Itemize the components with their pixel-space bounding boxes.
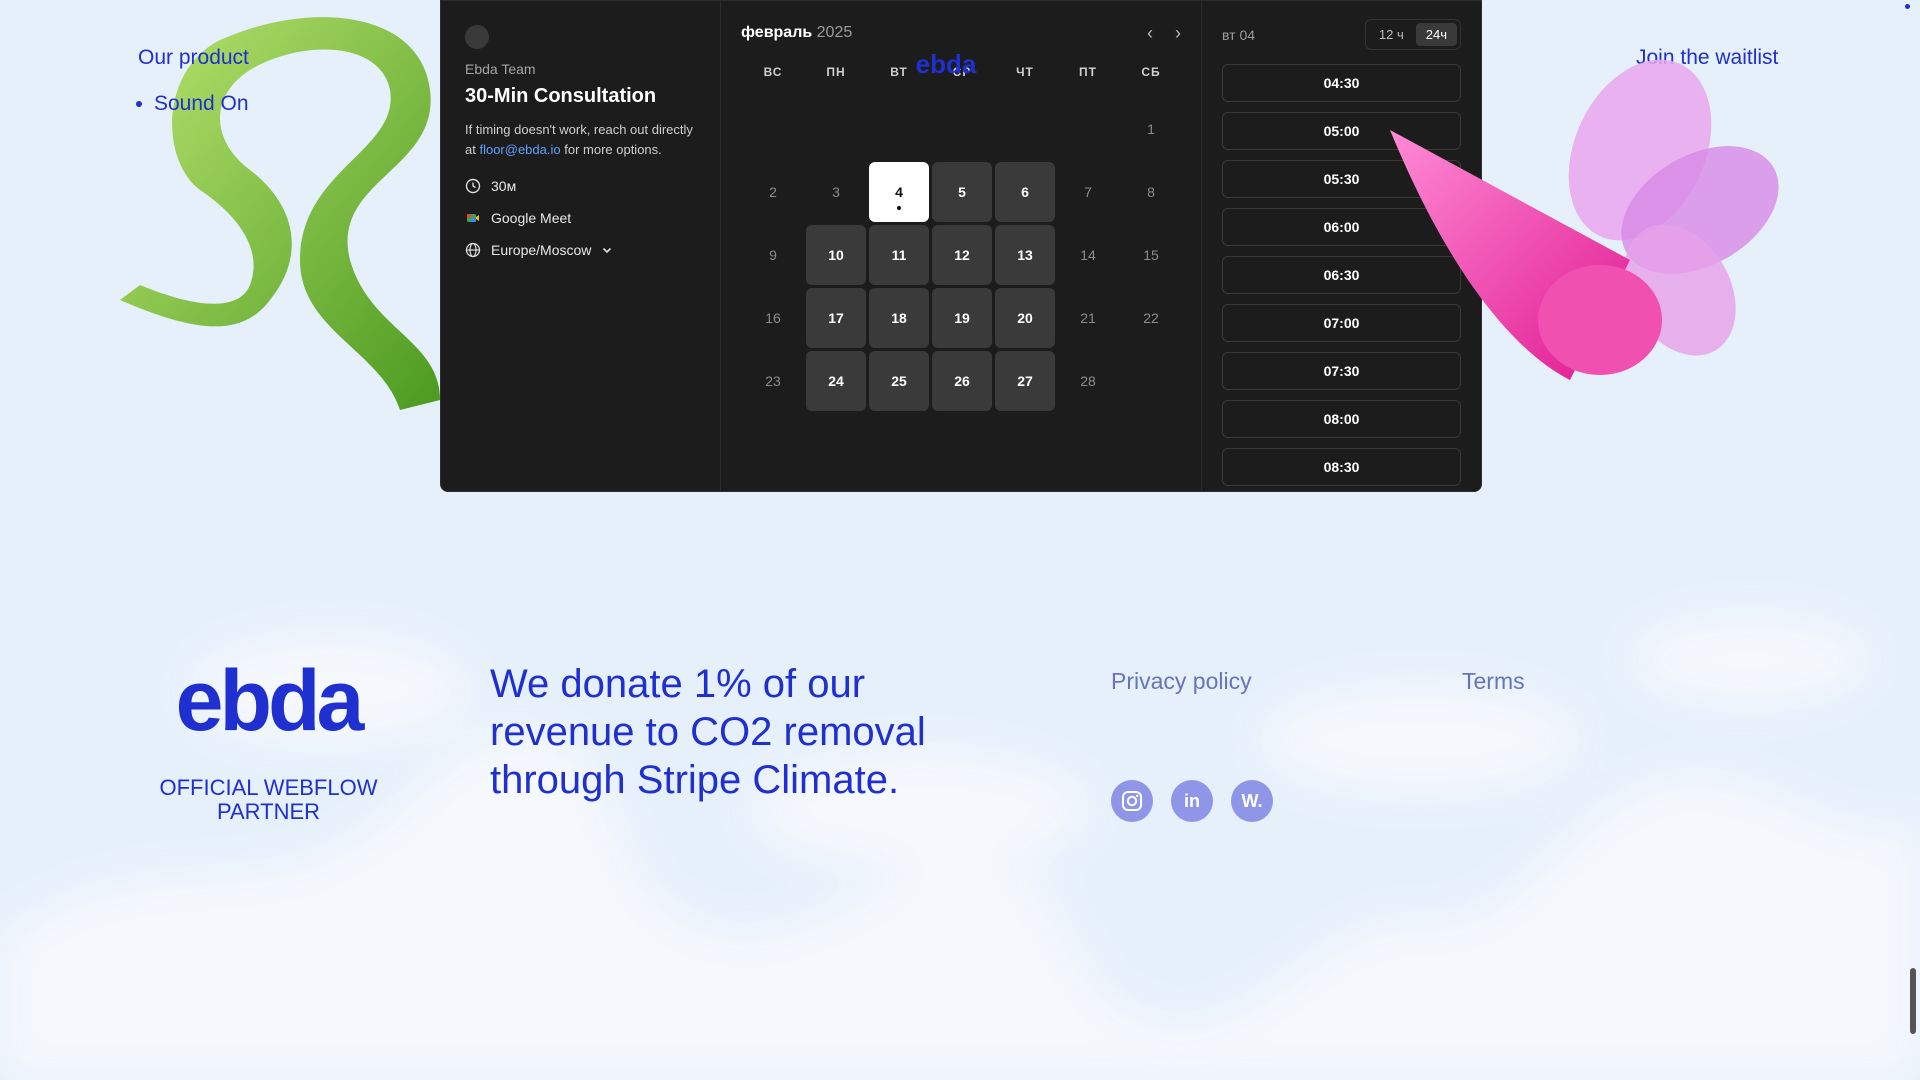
calendar-panel: февраль 2025 ‹ › ВС ПН ВТ СР ЧТ ПТ СБ 12345678…	[721, 1, 1201, 491]
webflow-icon[interactable]: W.	[1231, 780, 1273, 822]
year-label: 2025	[816, 24, 853, 41]
product-item-sound-on[interactable]: Sound On	[136, 92, 249, 116]
donation-statement: We donate 1% of our revenue to CO2 remov…	[490, 662, 926, 802]
calendar-day: 23	[765, 373, 781, 389]
chevron-down-icon	[603, 247, 612, 254]
calendar-day[interactable]: 10	[806, 225, 866, 285]
calendar-empty-cell	[932, 99, 992, 159]
calendar-day: 7	[1084, 184, 1092, 200]
instagram-icon[interactable]	[1111, 780, 1153, 822]
calendar-empty-cell	[1121, 351, 1181, 411]
linkedin-icon[interactable]: in	[1171, 780, 1213, 822]
calendar-day[interactable]: 5	[932, 162, 992, 222]
terms-link[interactable]: Terms	[1462, 668, 1525, 695]
calendar-day[interactable]: 18	[869, 288, 929, 348]
calendar-empty-cell	[743, 99, 803, 159]
selected-date-label: вт 04	[1222, 27, 1255, 43]
calendar-day[interactable]: 24	[806, 351, 866, 411]
timezone-label: Europe/Moscow	[491, 242, 592, 258]
calendar-day[interactable]: 27	[995, 351, 1055, 411]
month-label: февраль 2025	[741, 24, 852, 42]
calendar-day[interactable]: 17	[806, 288, 866, 348]
calendar-day: 16	[765, 310, 781, 326]
pink-flower-graphic	[1390, 59, 1779, 380]
globe-icon	[465, 242, 481, 258]
month-name: февраль	[741, 24, 813, 41]
product-list: Sound On	[136, 92, 249, 116]
calendar-empty-cell	[806, 99, 866, 159]
selected-weekday: вт	[1222, 26, 1236, 43]
calendar-day[interactable]: 11	[869, 225, 929, 285]
calendar-empty-cell	[869, 99, 929, 159]
webflow-partner-label: OFFICIAL WEBFLOW PARTNER	[159, 775, 378, 824]
calendar-day: 3	[832, 184, 840, 200]
calendar-day[interactable]: 20	[995, 288, 1055, 348]
ebda-logo-overlay: ebda	[916, 49, 977, 79]
calendar-day: 8	[1147, 184, 1155, 200]
calendar-day[interactable]: 4	[869, 162, 929, 222]
description-text-end: for more options.	[560, 142, 662, 157]
calendar-day: 14	[1080, 247, 1096, 263]
avatar	[465, 25, 489, 49]
weekday-label: СБ	[1141, 65, 1161, 79]
duration-row: 30м	[465, 178, 696, 194]
privacy-policy-link[interactable]: Privacy policy	[1111, 668, 1252, 695]
calendar-empty-cell	[1058, 99, 1118, 159]
weekday-label: ПН	[826, 65, 846, 79]
google-meet-icon	[467, 214, 479, 222]
calendar-day: 15	[1143, 247, 1159, 263]
calendar-day: 9	[769, 247, 777, 263]
duration-label: 30м	[491, 178, 517, 194]
location-row: Google Meet	[465, 210, 696, 226]
weekday-label: ВС	[763, 65, 783, 79]
weekday-label: ПТ	[1079, 65, 1097, 79]
svg-text:ebda: ebda	[176, 664, 366, 744]
calendar-day[interactable]: 25	[869, 351, 929, 411]
calendar-day: 21	[1080, 310, 1096, 326]
nav-our-product[interactable]: Our product	[138, 46, 249, 70]
event-title: 30-Min Consultation	[465, 85, 657, 107]
calendar-day[interactable]: 19	[932, 288, 992, 348]
calendar-day: 22	[1143, 310, 1159, 326]
weekday-label: ЧТ	[1016, 65, 1034, 79]
social-links: in W.	[1111, 780, 1273, 822]
calendar-day[interactable]: 13	[995, 225, 1055, 285]
calendar-day[interactable]: 6	[995, 162, 1055, 222]
calendar-day[interactable]: 12	[932, 225, 992, 285]
chevron-left-icon[interactable]: ‹	[1147, 23, 1153, 44]
calendar-day: 1	[1147, 121, 1155, 137]
calendar-day: 2	[769, 184, 777, 200]
calendar-empty-cell	[995, 99, 1055, 159]
svg-text:ebda: ebda	[916, 49, 977, 79]
calendar-day[interactable]: 26	[932, 351, 992, 411]
event-description: If timing doesn't work, reach out direct…	[465, 120, 696, 160]
indicator-dot	[1905, 4, 1910, 9]
booking-widget: Ebda Team 30-Min Consultation If timing …	[440, 0, 1482, 492]
team-name: Ebda Team	[465, 61, 536, 77]
calendar-header: февраль 2025 ‹ ›	[741, 21, 1181, 45]
ebda-logo: ebda	[176, 664, 370, 744]
day-grid: 1 2 3 4 5 6 7 8 9 10 11 12 13 14 15 16 17 18 19 20 21 22 23 24 2…	[743, 99, 1181, 411]
time-slot-button[interactable]: 08:30	[1222, 448, 1461, 486]
timezone-select[interactable]: Europe/Moscow	[465, 242, 696, 258]
event-info-panel: Ebda Team 30-Min Consultation If timing …	[441, 1, 721, 491]
selected-day: 04	[1239, 26, 1256, 43]
chevron-right-icon[interactable]: ›	[1175, 23, 1181, 44]
calendar-day: 28	[1080, 373, 1096, 389]
month-navigation: ‹ ›	[1147, 23, 1181, 44]
scrollbar[interactable]	[1910, 968, 1916, 1034]
email-link[interactable]: floor@ebda.io	[479, 142, 560, 157]
location-label: Google Meet	[491, 210, 572, 226]
clock-icon	[465, 178, 481, 194]
